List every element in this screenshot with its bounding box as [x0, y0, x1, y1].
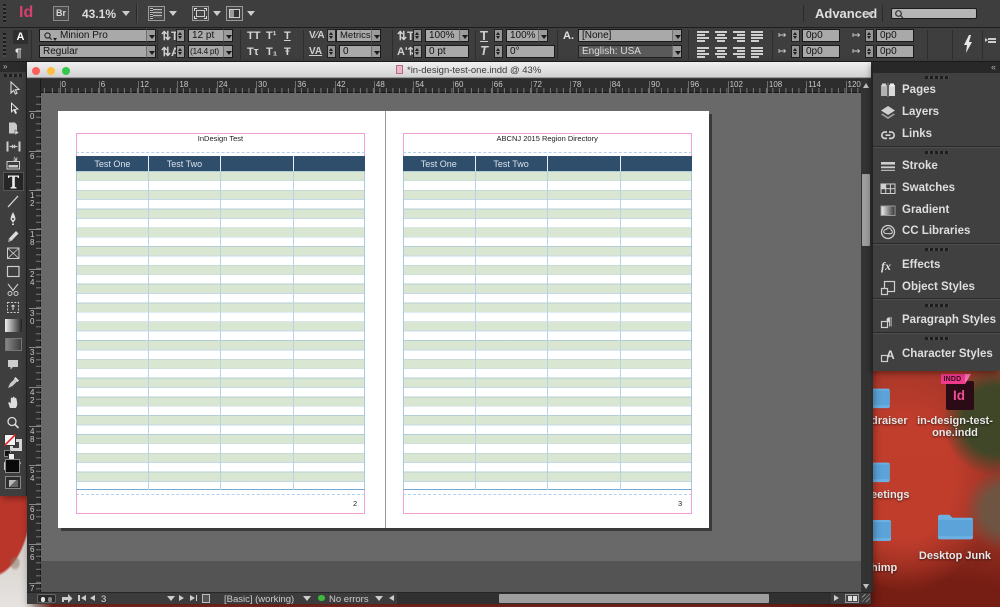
svg-text:fx: fx	[881, 259, 891, 273]
